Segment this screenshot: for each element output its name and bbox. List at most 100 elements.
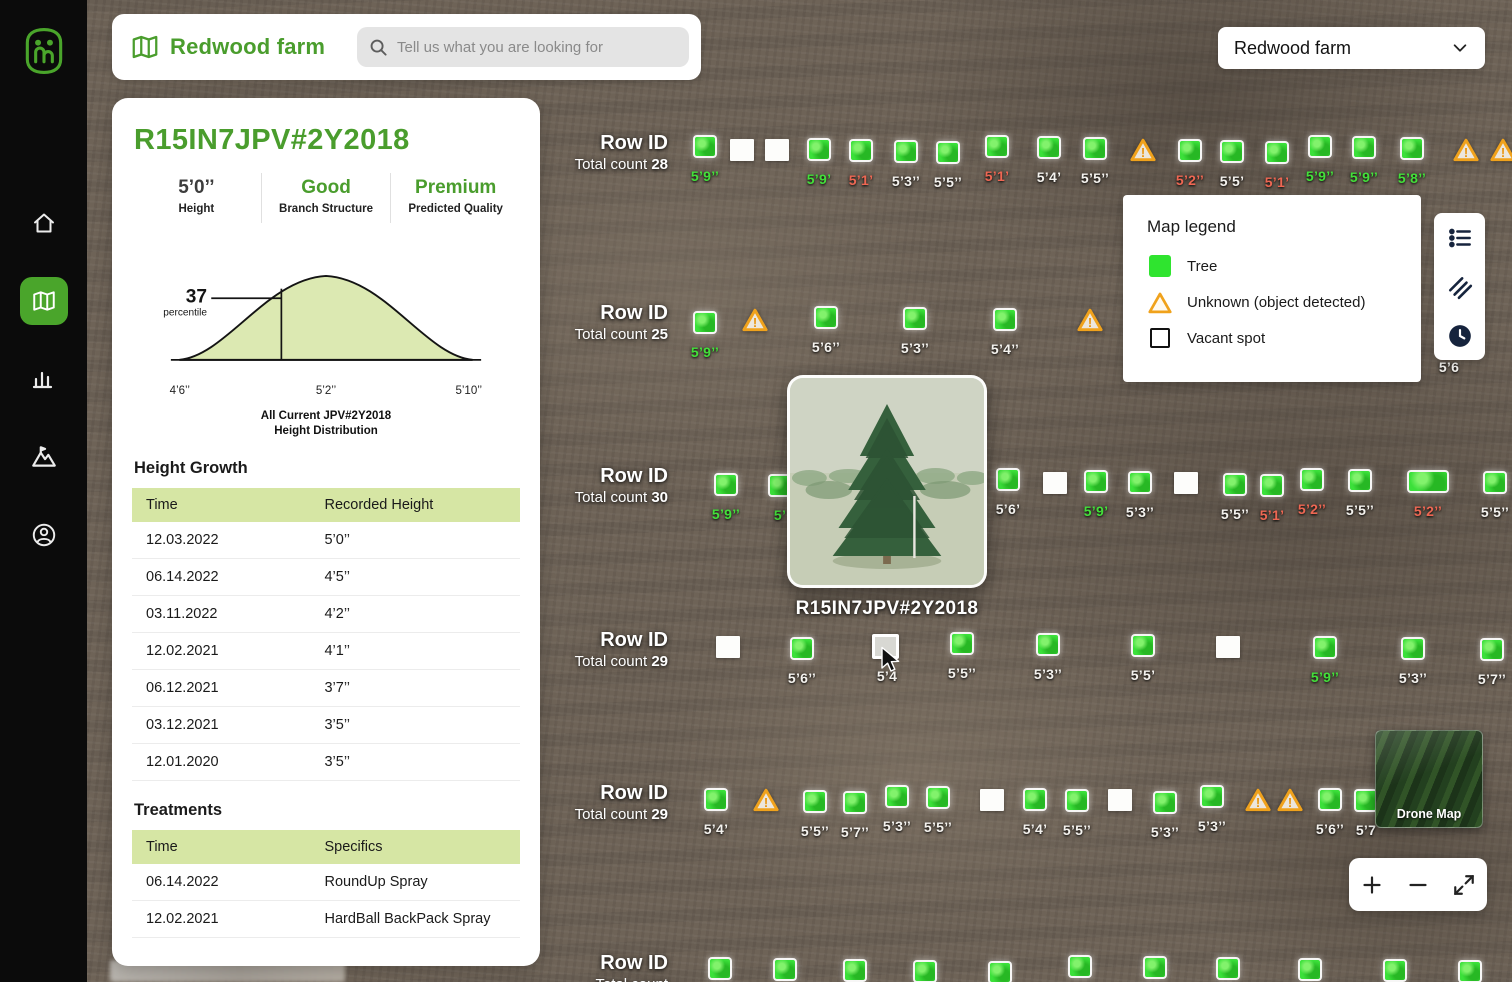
drone-map-thumbnail[interactable]: Drone Map [1375, 730, 1483, 828]
tree-marker[interactable] [1320, 790, 1340, 809]
vacant-marker[interactable] [730, 139, 754, 161]
tree-marker[interactable] [1067, 791, 1087, 810]
tree-marker[interactable] [928, 788, 948, 807]
tree-marker[interactable] [905, 309, 925, 328]
tree-marker[interactable] [1133, 636, 1153, 655]
unknown-marker[interactable]: ! [1489, 137, 1512, 162]
tree-marker[interactable] [952, 634, 972, 653]
tree-marker[interactable] [1315, 638, 1335, 657]
tree-detail-panel: R15IN7JPV#2Y2018 5’0’’ Height Good Branc… [112, 98, 540, 966]
unknown-marker[interactable]: ! [741, 307, 769, 332]
tree-marker[interactable] [845, 961, 865, 980]
tree-marker[interactable] [845, 793, 865, 812]
tree-marker[interactable] [716, 475, 736, 494]
tree-marker[interactable] [1356, 791, 1376, 810]
tree-marker[interactable] [1354, 138, 1374, 157]
tree-marker[interactable] [1482, 640, 1502, 659]
tree-marker[interactable] [775, 960, 795, 979]
tree-marker[interactable] [695, 137, 715, 156]
tree-marker[interactable] [987, 137, 1007, 156]
vacant-marker[interactable] [716, 636, 740, 658]
tree-marker[interactable] [809, 140, 829, 159]
tree-marker[interactable] [1218, 959, 1238, 978]
tree-marker[interactable] [990, 963, 1010, 982]
vacant-marker[interactable] [765, 139, 789, 161]
farm-selector[interactable]: Redwood farm [1218, 27, 1485, 69]
row-count-label: Total count 29 [574, 806, 668, 823]
tree-marker[interactable] [1225, 475, 1245, 494]
plus-icon [1363, 875, 1381, 894]
history-button[interactable] [1434, 311, 1485, 360]
tree-marker[interactable] [1038, 635, 1058, 654]
tree-marker[interactable] [1402, 139, 1422, 158]
legend-item: Unknown (object detected) [1147, 291, 1397, 314]
layers-icon [1448, 276, 1472, 299]
tree-marker[interactable] [816, 308, 836, 327]
table-row: 12.02.2021 4’1’’ [132, 632, 520, 670]
tree-marker[interactable] [1145, 958, 1165, 977]
tree-marker[interactable] [998, 470, 1018, 489]
tree-marker[interactable] [1310, 137, 1330, 156]
tree-marker[interactable] [915, 962, 935, 981]
unknown-marker[interactable]: ! [1129, 137, 1157, 162]
tree-marker[interactable] [851, 141, 871, 160]
tree-marker[interactable] [1460, 962, 1480, 981]
zoom-out-button[interactable] [1399, 862, 1437, 908]
layers-button[interactable] [1434, 262, 1485, 311]
tree-marker[interactable] [995, 310, 1015, 329]
vacant-marker[interactable] [1174, 472, 1198, 494]
tree-marker[interactable] [1070, 957, 1090, 976]
unknown-marker[interactable]: ! [1244, 787, 1272, 812]
sidebar-item-analytics[interactable] [20, 355, 68, 403]
zoom-in-button[interactable] [1353, 862, 1391, 908]
tree-marker[interactable] [706, 790, 726, 809]
fullscreen-button[interactable] [1445, 862, 1483, 908]
tree-marker[interactable] [1300, 960, 1320, 979]
drone-map-label: Drone Map [1396, 807, 1462, 821]
sidebar-item-terrain[interactable] [20, 433, 68, 481]
tree-marker[interactable] [887, 787, 907, 806]
tree-marker[interactable] [695, 313, 715, 332]
tree-marker[interactable] [1202, 787, 1222, 806]
tree-marker[interactable] [710, 959, 730, 978]
tree-marker[interactable] [1302, 470, 1322, 489]
vacant-marker[interactable] [1108, 789, 1132, 811]
tree-marker[interactable] [805, 792, 825, 811]
unknown-marker[interactable]: ! [1276, 787, 1304, 812]
layer-list-button[interactable] [1434, 213, 1485, 262]
tree-marker[interactable] [1262, 476, 1282, 495]
tree-marker[interactable] [1222, 142, 1242, 161]
tree-marker[interactable] [896, 142, 916, 161]
unknown-marker[interactable]: ! [752, 787, 780, 812]
map-legend: Map legend Tree Unknown (object detected… [1123, 195, 1421, 382]
tree-marker[interactable] [1485, 473, 1505, 492]
tree-marker[interactable] [1385, 961, 1405, 980]
sidebar-item-home[interactable] [20, 199, 68, 247]
table-row: 06.12.2021 3’7’’ [132, 669, 520, 707]
tree-marker[interactable] [1086, 472, 1106, 491]
tree-marker[interactable] [1350, 471, 1370, 490]
tree-marker[interactable] [1130, 473, 1150, 492]
tree-marker[interactable] [1155, 793, 1175, 812]
unknown-marker[interactable]: ! [1452, 137, 1480, 162]
vacant-marker[interactable] [1216, 636, 1240, 658]
row-id-label: Row ID [600, 782, 668, 804]
tree-marker[interactable] [1180, 141, 1200, 160]
vacant-marker[interactable] [980, 789, 1004, 811]
tree-marker[interactable] [938, 143, 958, 162]
selected-tree-photo[interactable] [787, 375, 987, 588]
tree-marker[interactable] [1025, 790, 1045, 809]
unknown-marker[interactable]: ! [1076, 307, 1104, 332]
tree-marker[interactable] [1085, 139, 1105, 158]
tree-marker[interactable] [1267, 143, 1287, 162]
vacant-marker[interactable] [1043, 472, 1067, 494]
sidebar-item-map[interactable] [19, 277, 68, 325]
search-icon [370, 39, 387, 56]
tree-marker[interactable] [1039, 138, 1059, 157]
tree-marker[interactable] [792, 639, 812, 658]
tree-marker[interactable] [1409, 472, 1447, 491]
sidebar-item-profile[interactable] [20, 511, 68, 559]
treatments-table: Time Specifics 06.14.2022 RoundUp Spray 12.0… [132, 829, 520, 938]
tree-marker[interactable] [1403, 639, 1423, 658]
search-input[interactable] [397, 38, 677, 56]
